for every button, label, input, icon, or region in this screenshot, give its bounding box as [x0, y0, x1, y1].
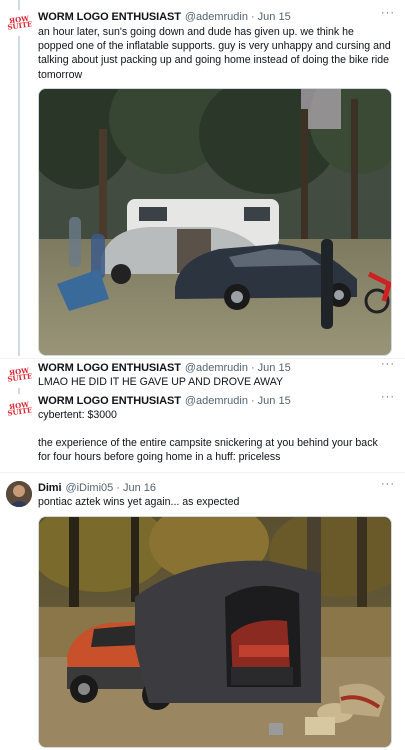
avatar[interactable]: ЯOW SUITE [6, 362, 32, 388]
timestamp[interactable]: Jun 15 [258, 11, 291, 23]
timestamp[interactable]: Jun 15 [258, 395, 291, 407]
dimi-avatar-image [6, 481, 32, 507]
tweet-text: LMAO HE DID IT HE GAVE UP AND DROVE AWAY [38, 376, 284, 388]
aztek-tent-photo-image [39, 517, 391, 747]
tweet-photo-campsite[interactable] [38, 88, 392, 356]
tweet-photo-aztek[interactable] [38, 516, 392, 748]
tweet-header: WORM LOGO ENTHUSIAST @ademrudin · Jun 15… [38, 7, 395, 25]
tweet-2[interactable]: ЯOW SUITE WORM LOGO ENTHUSIAST @ademrudin… [0, 358, 405, 390]
more-options-icon[interactable]: ··· [381, 391, 395, 403]
separator-dot: · [250, 395, 255, 407]
tweet-text-line2: the experience of the entire campsite sn… [38, 437, 378, 464]
display-name[interactable]: WORM LOGO ENTHUSIAST [38, 11, 181, 23]
avatar[interactable] [6, 481, 32, 507]
tweet-header: WORM LOGO ENTHUSIAST @ademrudin · Jun 15… [38, 358, 395, 376]
tweet-3[interactable]: ЯOW SUITE WORM LOGO ENTHUSIAST @ademrudin… [0, 391, 405, 469]
worm-logo-icon: ЯOW SUITE [6, 13, 32, 32]
tweet-divider [0, 472, 405, 473]
timestamp[interactable]: Jun 15 [258, 362, 291, 374]
more-options-icon[interactable]: ··· [381, 358, 395, 370]
separator-dot: · [250, 362, 255, 374]
tweet-1[interactable]: ЯOW SUITE WORM LOGO ENTHUSIAST @ademrudin… [0, 0, 405, 358]
tweet-text: pontiac aztek wins yet again... as expec… [38, 496, 240, 508]
handle[interactable]: @iDimi05 [65, 482, 113, 494]
handle[interactable]: @ademrudin [185, 395, 248, 407]
avatar[interactable]: ЯOW SUITE [6, 10, 32, 36]
tweet-4[interactable]: Dimi @iDimi05 · Jun 16 ··· pontiac aztek… [0, 476, 405, 750]
campsite-photo-image [39, 89, 391, 355]
timestamp[interactable]: Jun 16 [123, 482, 156, 494]
more-options-icon[interactable]: ··· [381, 7, 395, 19]
tweet-header: Dimi @iDimi05 · Jun 16 ··· [38, 478, 395, 496]
display-name[interactable]: WORM LOGO ENTHUSIAST [38, 362, 181, 374]
tweet-text: an hour later, sun's going down and dude… [38, 26, 391, 81]
display-name[interactable]: WORM LOGO ENTHUSIAST [38, 395, 181, 407]
display-name[interactable]: Dimi [38, 482, 62, 494]
worm-logo-icon: ЯOW SUITE [6, 365, 32, 384]
handle[interactable]: @ademrudin [185, 11, 248, 23]
separator-dot: · [116, 482, 120, 494]
tweet-header: WORM LOGO ENTHUSIAST @ademrudin · Jun 15… [38, 391, 395, 409]
avatar[interactable]: ЯOW SUITE [6, 396, 32, 422]
handle[interactable]: @ademrudin [185, 362, 248, 374]
tweet-text-line1: cybertent: $3000 [38, 409, 117, 421]
worm-logo-icon: ЯOW SUITE [6, 399, 32, 418]
more-options-icon[interactable]: ··· [381, 478, 395, 490]
separator-dot: · [250, 11, 255, 23]
